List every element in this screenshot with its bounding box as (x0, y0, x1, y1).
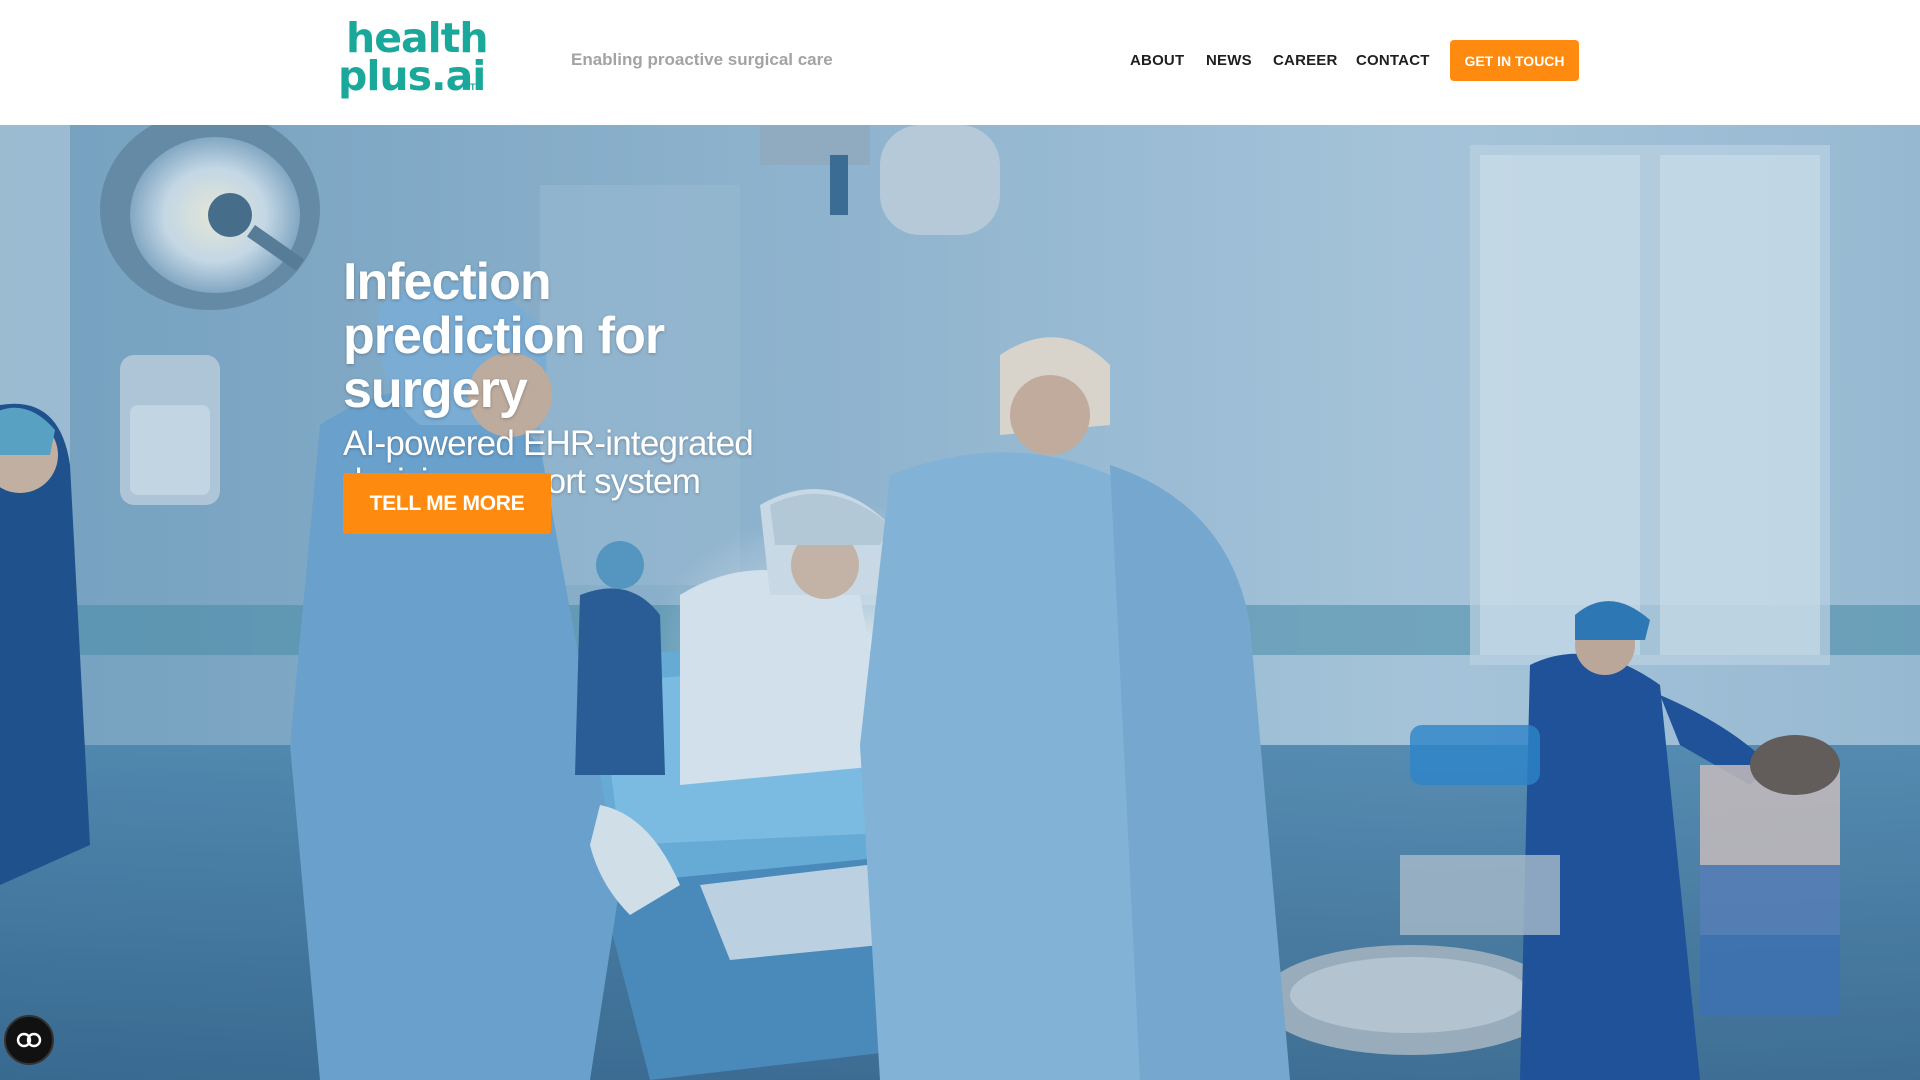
hero-headline: Infection prediction for surgery (343, 253, 665, 419)
tell-me-more-button[interactable]: TELL ME MORE (343, 473, 551, 534)
nav-career[interactable]: CAREER (1273, 52, 1338, 69)
nav-about[interactable]: ABOUT (1130, 52, 1184, 69)
tagline: Enabling proactive surgical care (571, 50, 833, 69)
logo[interactable]: health plus.ai TM (336, 14, 489, 104)
nav-news[interactable]: NEWS (1206, 52, 1252, 69)
logo-trademark: TM (470, 82, 483, 92)
logo-text-plus-ai: plus.ai (338, 52, 486, 100)
hero-section: Infection prediction for surgery AI-powe… (0, 125, 1920, 1080)
accessibility-button[interactable] (4, 1015, 54, 1065)
get-in-touch-button[interactable]: GET IN TOUCH (1450, 40, 1579, 81)
hero-text-block: Infection prediction for surgery AI-powe… (343, 255, 903, 501)
hero-background-image (0, 125, 1920, 1080)
nav-contact[interactable]: CONTACT (1356, 52, 1430, 69)
site-header: health plus.ai TM Enabling proactive sur… (0, 0, 1920, 125)
accessibility-icon (16, 1032, 42, 1048)
